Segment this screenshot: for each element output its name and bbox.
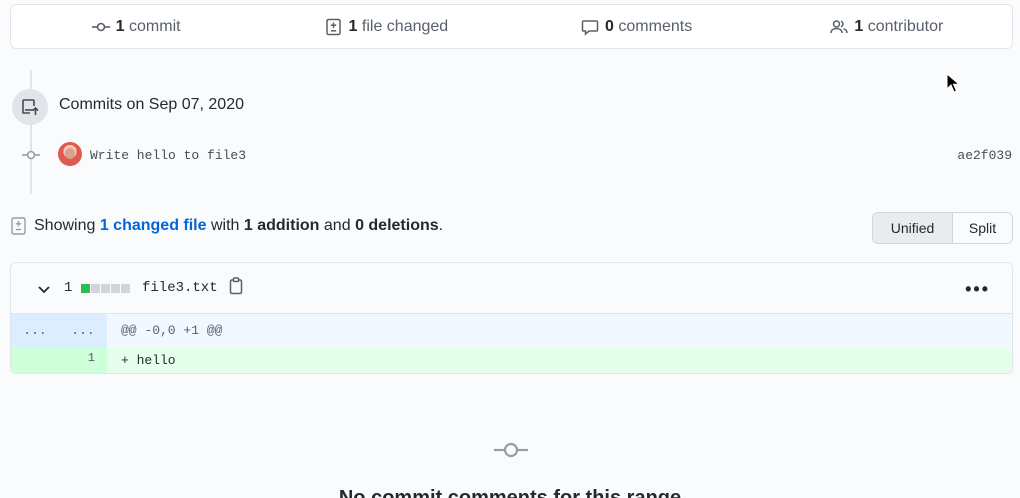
diffstat-block — [121, 284, 130, 293]
showing-and: and — [323, 217, 351, 234]
deletions-count: 0 deletions — [355, 217, 439, 234]
contributors-count: 1 — [854, 17, 864, 35]
comments-label: comments — [618, 17, 693, 35]
contributors-label: contributor — [867, 17, 944, 35]
people-icon — [830, 19, 849, 33]
commits-date-heading: Commits on Sep 07, 2020 — [59, 96, 244, 113]
file-diff: 1 file3.txt ••• ... ... @@ -0,0 +1 @@ 1 … — [10, 262, 1013, 374]
diff-change-count: 1 — [64, 280, 73, 296]
showing-period: . — [438, 217, 444, 234]
timeline-badge — [12, 89, 48, 125]
copy-clipboard-icon[interactable] — [228, 277, 244, 295]
hunk-expand-old[interactable]: ... — [11, 314, 59, 347]
file-header: 1 file3.txt ••• — [11, 263, 1012, 314]
diffstat-block — [91, 284, 100, 293]
diffstat-bar — [81, 284, 130, 293]
hunk-expand-new[interactable]: ... — [59, 314, 107, 347]
repo-push-icon — [22, 99, 39, 115]
changed-files-link[interactable]: 1 changed file — [100, 217, 207, 234]
commit-sha-link[interactable]: ae2f039 — [957, 148, 1012, 163]
diff-line-text: + hello — [121, 353, 176, 368]
avatar[interactable] — [58, 142, 82, 166]
diff-addition-line: 1 + hello — [11, 347, 1012, 373]
diffstat-block — [101, 284, 110, 293]
diffstat-block — [111, 284, 120, 293]
files-label: file changed — [361, 17, 449, 35]
showing-prefix: Showing — [34, 217, 96, 234]
mouse-cursor-icon — [946, 73, 959, 93]
unified-button[interactable]: Unified — [873, 213, 953, 243]
files-count: 1 — [348, 17, 358, 35]
commit-icon — [494, 442, 528, 458]
comment-icon — [581, 19, 599, 36]
no-comments-title: No commit comments for this range — [338, 487, 682, 498]
hunk-header-row: ... ... @@ -0,0 +1 @@ — [11, 314, 1012, 347]
files-summary[interactable]: 1 file changed — [261, 18, 511, 36]
comments-summary[interactable]: 0 comments — [512, 18, 762, 36]
commit-message-link[interactable]: Write hello to file3 — [90, 148, 246, 163]
commits-count: 1 — [115, 17, 125, 35]
changed-files-summary: Showing 1 changed file with 1 addition a… — [34, 217, 443, 235]
showing-with: with — [210, 217, 240, 234]
summary-bar: 1 commit 1 file changed 0 comments 1 con… — [10, 4, 1013, 49]
chevron-down-icon[interactable] — [36, 281, 52, 297]
file-diff-icon — [11, 217, 26, 235]
old-line-number[interactable] — [11, 347, 59, 373]
diffstat-block — [81, 284, 90, 293]
file-diff-icon — [325, 18, 341, 35]
commit-icon — [22, 150, 40, 160]
file-name-link[interactable]: file3.txt — [142, 280, 218, 296]
split-button[interactable]: Split — [953, 213, 1012, 243]
commits-summary[interactable]: 1 commit — [11, 18, 261, 36]
commit-icon — [91, 22, 110, 31]
new-line-number[interactable]: 1 — [59, 347, 107, 373]
comments-count: 0 — [605, 17, 614, 35]
hunk-header-text: @@ -0,0 +1 @@ — [121, 323, 223, 338]
contributors-summary[interactable]: 1 contributor — [762, 18, 1012, 36]
more-options-icon[interactable]: ••• — [965, 279, 990, 300]
diff-view-toggle: Unified Split — [872, 212, 1013, 244]
additions-count: 1 addition — [243, 217, 320, 234]
commits-label: commit — [129, 17, 181, 35]
